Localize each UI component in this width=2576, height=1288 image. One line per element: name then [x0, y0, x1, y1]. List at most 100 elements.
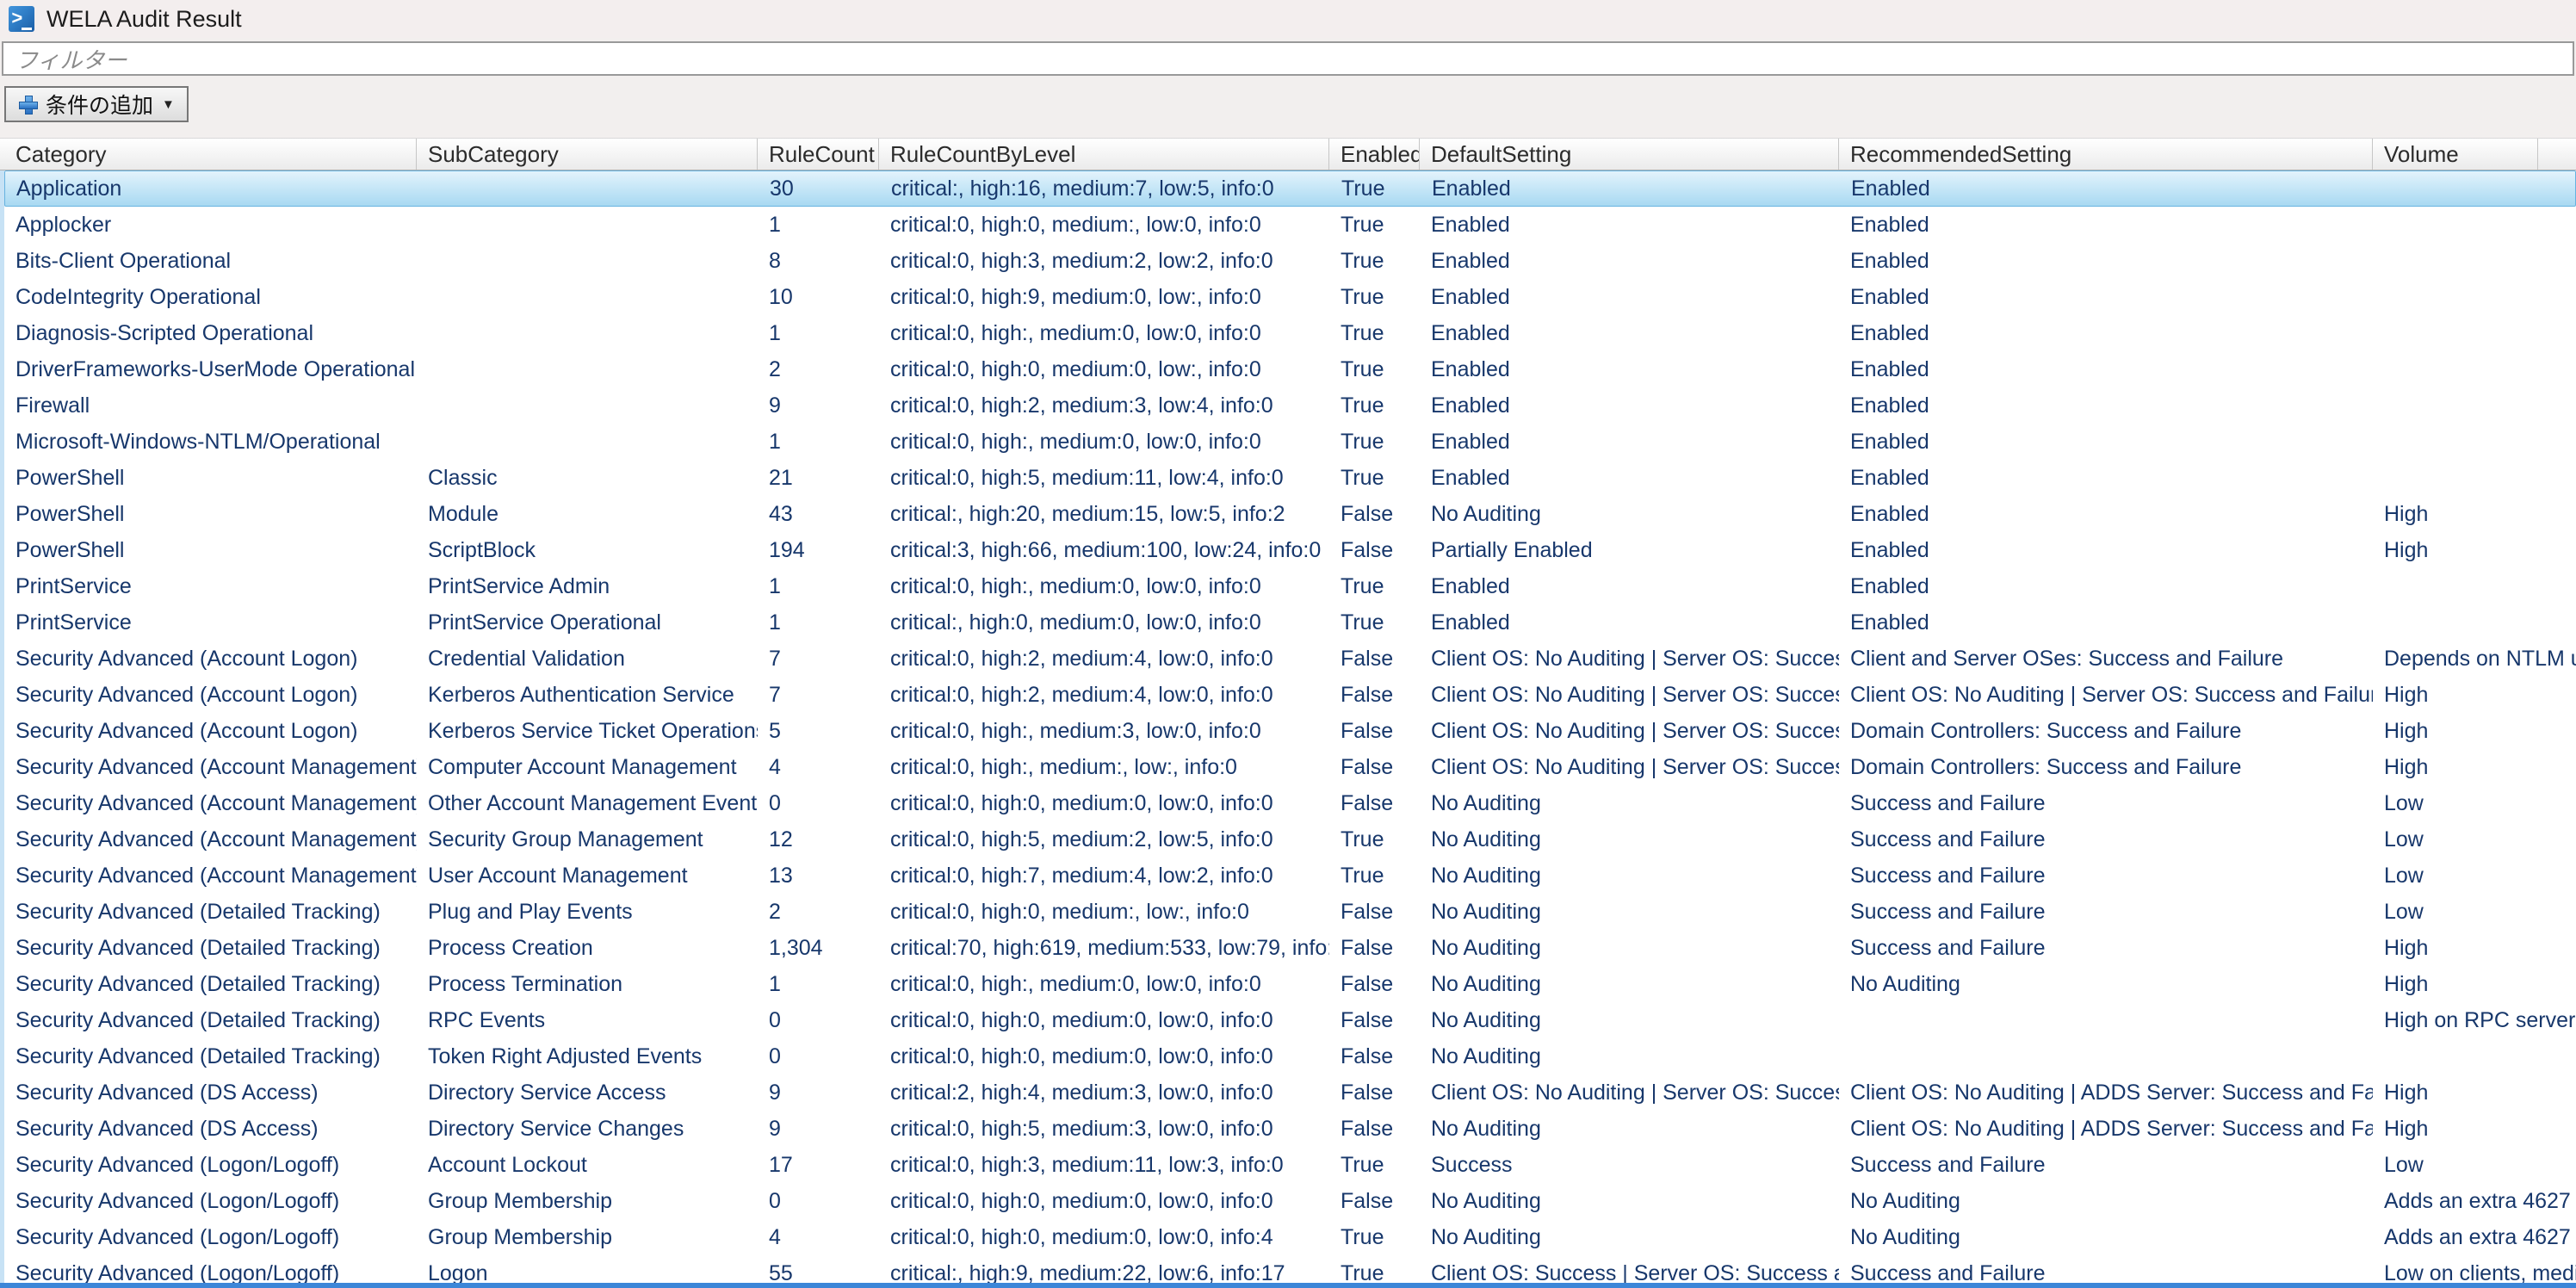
table-row[interactable]: Security Advanced (Logon/Logoff)Group Me…: [4, 1183, 2576, 1219]
table-row[interactable]: Security Advanced (Detailed Tracking)Pro…: [4, 966, 2576, 1002]
cell-rulecountbylevel: critical:0, high:0, medium:0, low:0, inf…: [879, 785, 1329, 821]
cell-category: Security Advanced (Logon/Logoff): [4, 1147, 417, 1183]
cell-rulecountbylevel: critical:0, high:0, medium:0, low:0, inf…: [879, 1002, 1329, 1038]
header-cell-rulecountbylevel[interactable]: RuleCountByLevel: [879, 139, 1329, 170]
cell-rulecount: 0: [758, 1038, 879, 1074]
table-row[interactable]: Security Advanced (DS Access)Directory S…: [4, 1111, 2576, 1147]
cell-defaultsetting: No Auditing: [1420, 821, 1839, 858]
table-row[interactable]: CodeIntegrity Operational10critical:0, h…: [4, 279, 2576, 315]
table-row[interactable]: Security Advanced (Account Logon)Kerbero…: [4, 713, 2576, 749]
table-row[interactable]: Microsoft-Windows-NTLM/Operational1criti…: [4, 424, 2576, 460]
header-cell-category[interactable]: Category: [4, 139, 417, 170]
cell-recommendedsetting: Client and Server OSes: Success and Fail…: [1839, 641, 2373, 677]
table-row[interactable]: PowerShellClassic21critical:0, high:5, m…: [4, 460, 2576, 496]
table-row[interactable]: Security Advanced (Account Management)Se…: [4, 821, 2576, 858]
table-row[interactable]: PrintServicePrintService Admin1critical:…: [4, 568, 2576, 604]
table-row[interactable]: Security Advanced (Account Management)Ot…: [4, 785, 2576, 821]
cell-recommendedsetting: No Auditing: [1839, 1219, 2373, 1255]
cell-category: Security Advanced (Logon/Logoff): [4, 1183, 417, 1219]
header-cell-defaultsetting[interactable]: DefaultSetting: [1420, 139, 1839, 170]
table-row[interactable]: PowerShellScriptBlock194critical:3, high…: [4, 532, 2576, 568]
table-row[interactable]: Security Advanced (Account Logon)Credent…: [4, 641, 2576, 677]
table-row[interactable]: DriverFrameworks-UserMode Operational2cr…: [4, 351, 2576, 387]
cell-rulecount: 7: [758, 641, 879, 677]
cell-subcategory: User Account Management: [417, 858, 758, 894]
cell-rulecount: 17: [758, 1147, 879, 1183]
table-row[interactable]: PowerShellModule43critical:, high:20, me…: [4, 496, 2576, 532]
add-criteria-label: 条件の追加: [46, 89, 153, 120]
cell-category: PrintService: [4, 604, 417, 641]
cell-rulecountbylevel: critical:0, high:5, medium:2, low:5, inf…: [879, 821, 1329, 858]
header-cell-recommendedsetting[interactable]: RecommendedSetting: [1839, 139, 2373, 170]
cell-defaultsetting: Client OS: No Auditing | Server OS: Succ…: [1420, 677, 1839, 713]
cell-recommendedsetting: Enabled: [1839, 604, 2373, 641]
table-row[interactable]: Applocker1critical:0, high:0, medium:, l…: [4, 207, 2576, 243]
cell-rulecountbylevel: critical:0, high:, medium:0, low:0, info…: [879, 315, 1329, 351]
add-criteria-button[interactable]: 条件の追加 ▼: [4, 86, 189, 122]
cell-category: Firewall: [4, 387, 417, 424]
table-row[interactable]: PrintServicePrintService Operational1cri…: [4, 604, 2576, 641]
cell-category: Application: [5, 171, 418, 206]
cell-defaultsetting: Client OS: No Auditing | Server OS: Succ…: [1420, 1074, 1839, 1111]
cell-enabled: False: [1329, 785, 1420, 821]
cell-volume: Low: [2373, 821, 2576, 858]
header-cell-enabled[interactable]: Enabled: [1329, 139, 1420, 170]
filter-input[interactable]: フィルター: [2, 41, 2574, 76]
table-row[interactable]: Security Advanced (Logon/Logoff)Account …: [4, 1147, 2576, 1183]
cell-volume: [2373, 424, 2576, 460]
table-row[interactable]: Security Advanced (Account Management)Co…: [4, 749, 2576, 785]
table-row[interactable]: Security Advanced (Detailed Tracking)Tok…: [4, 1038, 2576, 1074]
cell-defaultsetting: No Auditing: [1420, 894, 1839, 930]
cell-rulecount: 7: [758, 677, 879, 713]
cell-subcategory: PrintService Admin: [417, 568, 758, 604]
cell-rulecountbylevel: critical:70, high:619, medium:533, low:7…: [879, 930, 1329, 966]
cell-rulecountbylevel: critical:, high:0, medium:0, low:0, info…: [879, 604, 1329, 641]
table-row[interactable]: Security Advanced (Detailed Tracking)Plu…: [4, 894, 2576, 930]
cell-rulecountbylevel: critical:0, high:2, medium:3, low:4, inf…: [879, 387, 1329, 424]
plus-icon: [18, 95, 37, 114]
table-row[interactable]: Bits-Client Operational8critical:0, high…: [4, 243, 2576, 279]
cell-recommendedsetting: Enabled: [1839, 351, 2373, 387]
cell-defaultsetting: Success: [1420, 1147, 1839, 1183]
cell-rulecountbylevel: critical:0, high:0, medium:0, low:, info…: [879, 351, 1329, 387]
table-row[interactable]: Security Advanced (Logon/Logoff)Group Me…: [4, 1219, 2576, 1255]
table-row[interactable]: Security Advanced (Account Logon)Kerbero…: [4, 677, 2576, 713]
cell-rulecountbylevel: critical:0, high:0, medium:, low:, info:…: [879, 894, 1329, 930]
cell-recommendedsetting: Domain Controllers: Success and Failure: [1839, 713, 2373, 749]
cell-rulecount: 13: [758, 858, 879, 894]
cell-rulecountbylevel: critical:, high:16, medium:7, low:5, inf…: [880, 171, 1330, 206]
cell-defaultsetting: Partially Enabled: [1420, 532, 1839, 568]
cell-category: Security Advanced (Detailed Tracking): [4, 894, 417, 930]
cell-recommendedsetting: Success and Failure: [1839, 930, 2373, 966]
cell-volume: [2373, 568, 2576, 604]
cell-enabled: False: [1329, 1183, 1420, 1219]
cell-subcategory: RPC Events: [417, 1002, 758, 1038]
cell-subcategory: [417, 243, 758, 279]
cell-volume: High: [2373, 1111, 2576, 1147]
cell-volume: High: [2373, 532, 2576, 568]
header-cell-volume[interactable]: Volume: [2373, 139, 2538, 170]
cell-rulecount: 1: [758, 315, 879, 351]
cell-subcategory: Token Right Adjusted Events: [417, 1038, 758, 1074]
cell-recommendedsetting: Client OS: No Auditing | ADDS Server: Su…: [1839, 1074, 2373, 1111]
cell-defaultsetting: Enabled: [1420, 568, 1839, 604]
table-row[interactable]: Security Advanced (Detailed Tracking)Pro…: [4, 930, 2576, 966]
table-row[interactable]: Security Advanced (DS Access)Directory S…: [4, 1074, 2576, 1111]
table-row[interactable]: Security Advanced (Account Management)Us…: [4, 858, 2576, 894]
cell-rulecount: 9: [758, 1074, 879, 1111]
cell-rulecount: 0: [758, 785, 879, 821]
table-row[interactable]: Diagnosis-Scripted Operational1critical:…: [4, 315, 2576, 351]
cell-rulecountbylevel: critical:0, high:, medium:, low:, info:0: [879, 749, 1329, 785]
header-cell-subcategory[interactable]: SubCategory: [417, 139, 758, 170]
chevron-down-icon: ▼: [162, 97, 175, 112]
cell-category: Security Advanced (Logon/Logoff): [4, 1219, 417, 1255]
table-row[interactable]: Application30critical:, high:16, medium:…: [4, 170, 2576, 207]
cell-rulecount: 0: [758, 1183, 879, 1219]
table-row[interactable]: Firewall9critical:0, high:2, medium:3, l…: [4, 387, 2576, 424]
header-cell-rulecount[interactable]: RuleCount: [758, 139, 879, 170]
cell-category: Security Advanced (Detailed Tracking): [4, 930, 417, 966]
cell-rulecountbylevel: critical:0, high:7, medium:4, low:2, inf…: [879, 858, 1329, 894]
table-row[interactable]: Security Advanced (Detailed Tracking)RPC…: [4, 1002, 2576, 1038]
cell-subcategory: [417, 424, 758, 460]
cell-subcategory: Directory Service Changes: [417, 1111, 758, 1147]
